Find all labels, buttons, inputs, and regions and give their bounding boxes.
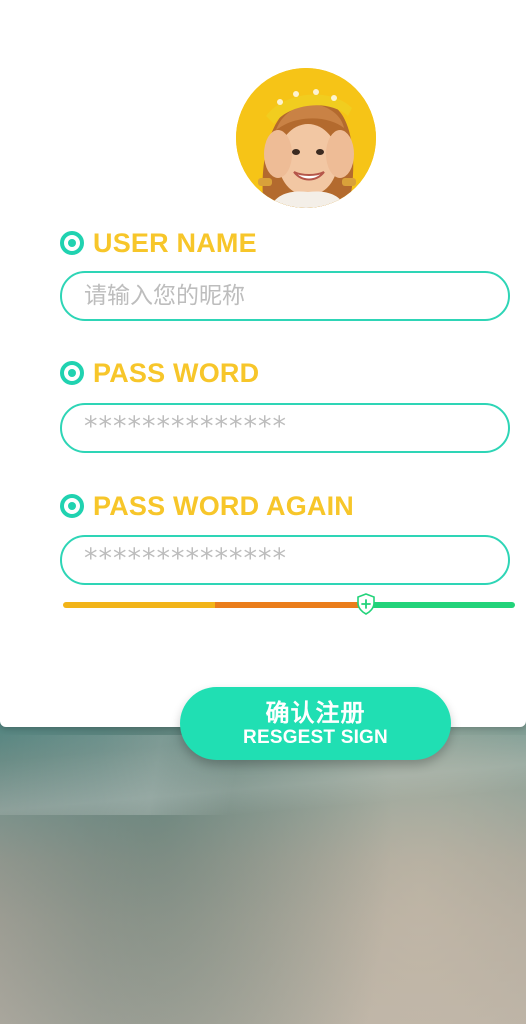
username-input[interactable] bbox=[60, 271, 510, 321]
radio-target-icon bbox=[60, 361, 84, 385]
register-page: USER NAME PASS WORD PASS WORD AGAIN bbox=[0, 0, 526, 1024]
password-again-label: PASS WORD AGAIN bbox=[93, 490, 355, 521]
strength-segment-weak bbox=[63, 602, 215, 608]
register-button-label-cn: 确认注册 bbox=[265, 698, 366, 727]
password-again-input[interactable] bbox=[60, 535, 510, 585]
username-label: USER NAME bbox=[93, 227, 257, 258]
avatar[interactable] bbox=[236, 68, 376, 208]
radio-target-icon bbox=[60, 231, 84, 255]
radio-target-icon bbox=[60, 494, 84, 518]
shield-plus-icon[interactable] bbox=[356, 593, 376, 615]
strength-segment-medium bbox=[215, 602, 367, 608]
username-label-row: USER NAME bbox=[60, 228, 257, 258]
child-portrait-image bbox=[236, 68, 376, 208]
register-button-label-en: RESGEST SIGN bbox=[243, 726, 388, 748]
password-strength-meter bbox=[63, 593, 515, 615]
strength-segment-strong bbox=[367, 602, 515, 608]
password-label: PASS WORD bbox=[93, 357, 260, 388]
password-label-row: PASS WORD bbox=[60, 358, 259, 388]
register-button[interactable]: 确认注册 RESGEST SIGN bbox=[180, 687, 451, 760]
password-again-label-row: PASS WORD AGAIN bbox=[60, 491, 354, 521]
register-card: USER NAME PASS WORD PASS WORD AGAIN bbox=[0, 0, 526, 727]
password-input[interactable] bbox=[60, 403, 510, 453]
